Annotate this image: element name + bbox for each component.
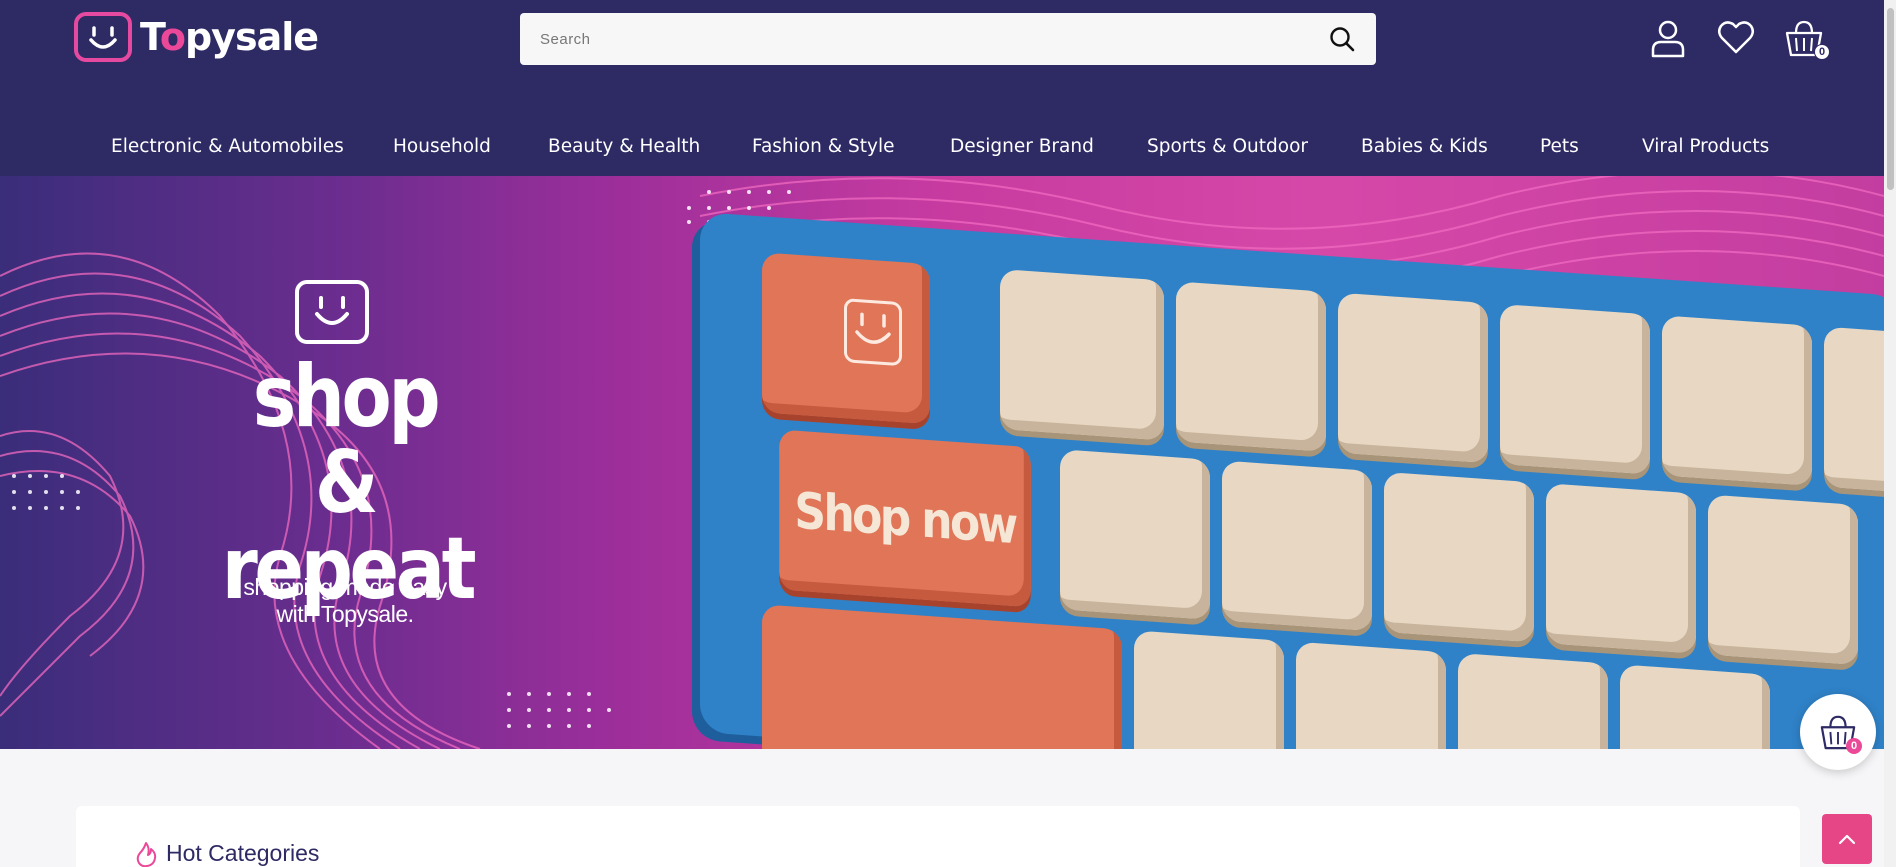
hero-smile-icon xyxy=(295,280,369,344)
nav-item-beauty-health[interactable]: Beauty & Health xyxy=(548,136,700,157)
key-smile-icon xyxy=(844,298,902,367)
account-button[interactable] xyxy=(1648,18,1688,58)
keyboard-illustration: Shop now xyxy=(700,212,1884,749)
category-nav: Electronic & Automobiles Household Beaut… xyxy=(0,128,1884,164)
keyboard-key xyxy=(1296,641,1446,749)
hero-subtitle-line2: with Topysale. xyxy=(276,601,414,627)
keyboard-key xyxy=(1546,483,1696,654)
keyboard-key xyxy=(1176,281,1326,452)
nav-item-sports-outdoor[interactable]: Sports & Outdoor xyxy=(1147,136,1308,157)
search-bar xyxy=(520,13,1376,65)
logo-wordmark: Topysale xyxy=(140,15,319,59)
page-scrollbar[interactable] xyxy=(1884,0,1896,867)
hot-categories-section: Hot Categories xyxy=(76,806,1800,867)
hero-subtitle: shopping made easy with Topysale. xyxy=(210,574,480,628)
nav-item-electronic-automobiles[interactable]: Electronic & Automobiles xyxy=(111,136,344,157)
shop-now-key[interactable]: Shop now xyxy=(779,429,1031,608)
scrollbar-thumb[interactable] xyxy=(1887,8,1894,190)
keyboard-key xyxy=(1708,494,1858,666)
site-header: Topysale 0 Electronic & Au xyxy=(0,0,1884,176)
chevron-up-icon xyxy=(1838,834,1856,845)
cart-button[interactable]: 0 xyxy=(1784,18,1830,60)
back-to-top-button[interactable] xyxy=(1822,814,1872,864)
shop-now-label: Shop now xyxy=(794,481,1016,556)
search-button[interactable] xyxy=(1328,25,1356,53)
hero-subtitle-line1: shopping made easy xyxy=(243,574,447,600)
keyboard-key xyxy=(1662,315,1812,486)
hot-categories-title: Hot Categories xyxy=(166,840,320,866)
section-title: Hot Categories xyxy=(134,840,319,867)
hero-banner[interactable]: shop & repeat shopping made easy with To… xyxy=(0,176,1884,749)
keyboard-key xyxy=(762,604,1122,749)
search-input[interactable] xyxy=(540,30,1328,48)
dot-grid-decoration xyxy=(12,474,80,510)
cart-count-badge: 0 xyxy=(1814,44,1830,60)
wishlist-button[interactable] xyxy=(1716,18,1756,58)
keyboard-key xyxy=(1824,326,1884,496)
nav-item-household[interactable]: Household xyxy=(393,136,491,157)
floating-cart-count: 0 xyxy=(1846,738,1862,754)
nav-item-pets[interactable]: Pets xyxy=(1540,136,1579,157)
keyboard-key xyxy=(1384,471,1534,643)
floating-cart-button[interactable]: 0 xyxy=(1800,694,1876,770)
keyboard-key xyxy=(1620,664,1770,749)
keyboard-key xyxy=(1338,292,1488,464)
keyboard-key xyxy=(1134,630,1284,749)
keyboard-key xyxy=(1458,653,1608,749)
search-icon xyxy=(1330,27,1355,52)
user-icon xyxy=(1651,20,1685,58)
keyboard-key xyxy=(1060,449,1210,620)
dot-grid-decoration xyxy=(507,692,611,728)
nav-item-babies-kids[interactable]: Babies & Kids xyxy=(1361,136,1488,157)
keyboard-key xyxy=(1222,460,1372,632)
heart-icon xyxy=(1718,21,1754,54)
logo-smile-icon xyxy=(74,12,132,62)
logo-key xyxy=(762,252,930,425)
nav-item-viral-products[interactable]: Viral Products xyxy=(1642,136,1769,157)
fire-icon xyxy=(136,841,157,867)
nav-item-designer-brand[interactable]: Designer Brand xyxy=(950,136,1094,157)
nav-item-fashion-style[interactable]: Fashion & Style xyxy=(752,136,894,157)
hero-headline-line1: shop & xyxy=(252,347,441,533)
keyboard-key xyxy=(1500,303,1650,475)
keyboard-key xyxy=(1000,269,1164,441)
site-logo[interactable]: Topysale xyxy=(74,12,319,62)
